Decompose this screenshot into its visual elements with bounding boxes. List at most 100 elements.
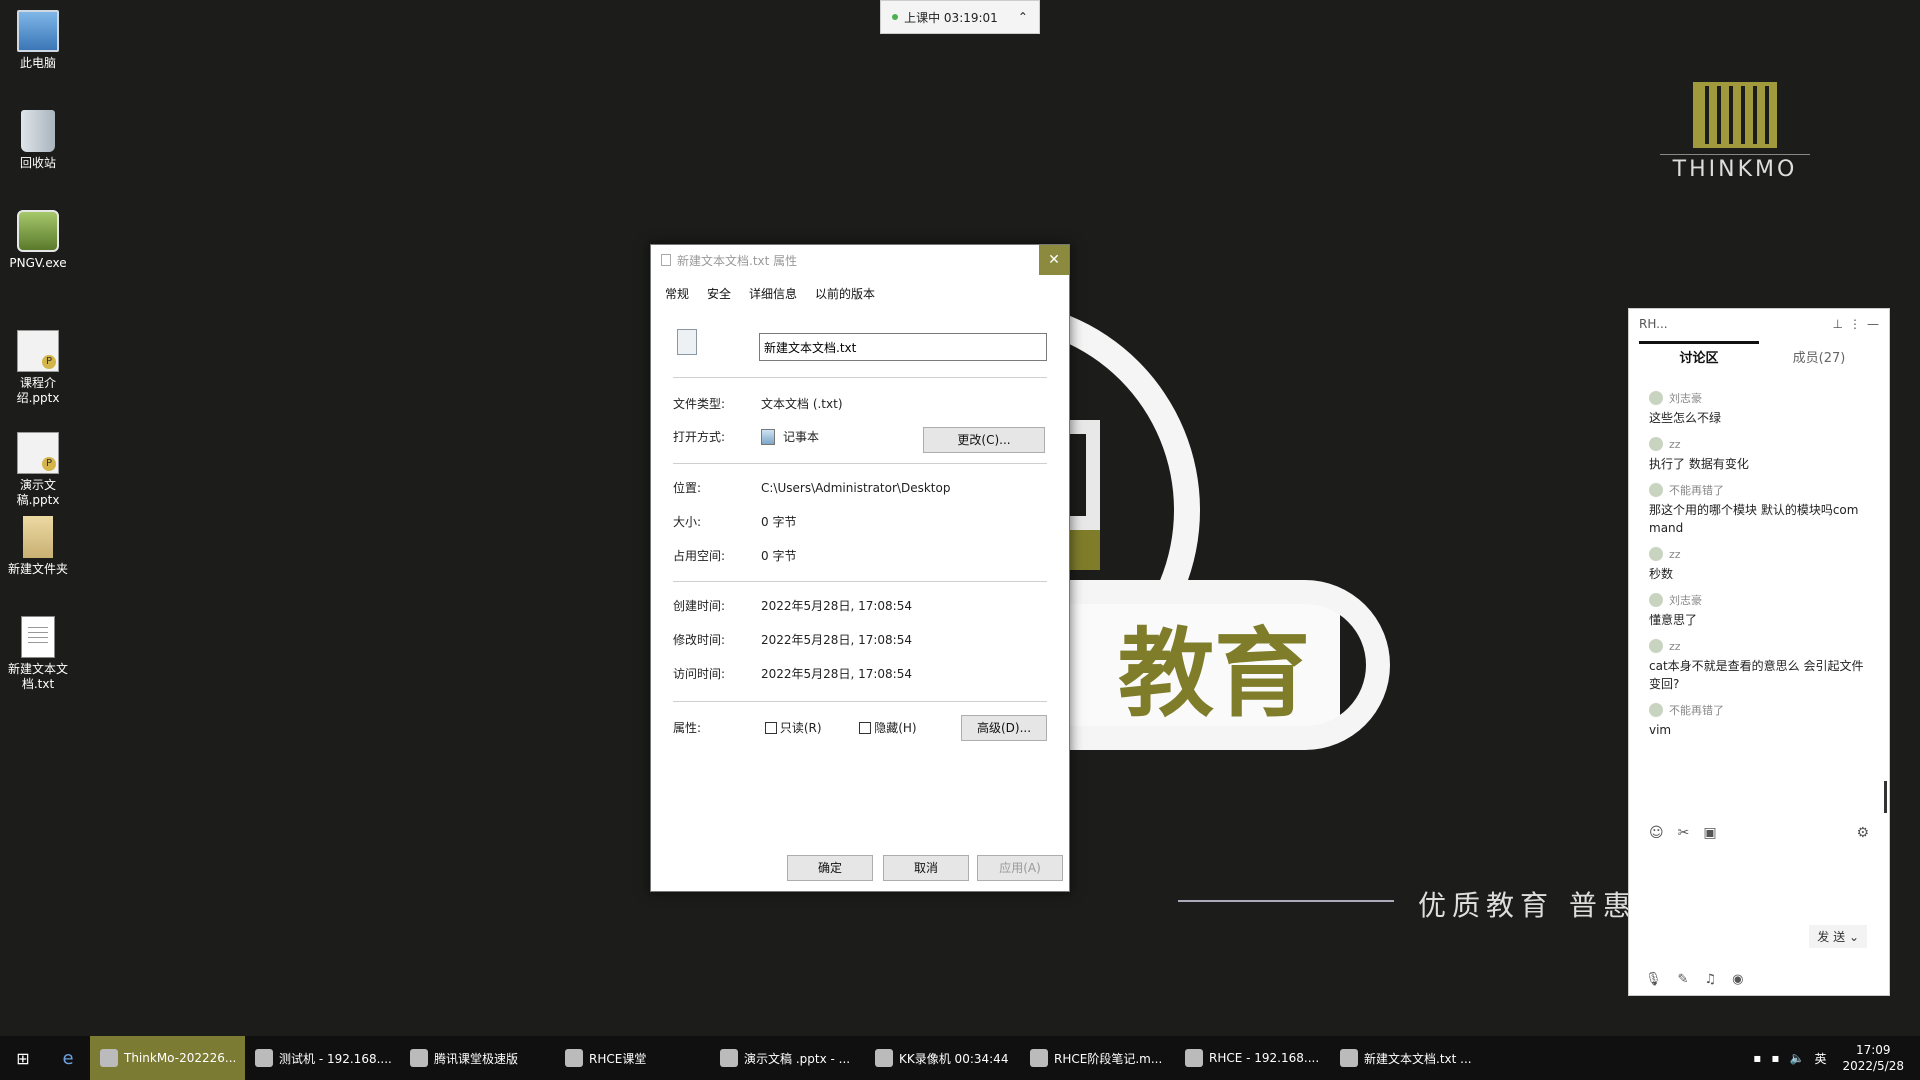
music-icon[interactable]: ♫: [1704, 972, 1716, 987]
hidden-label: 隐藏(H): [874, 721, 917, 735]
checkbox-box[interactable]: [764, 722, 777, 734]
app-icon: [875, 1049, 893, 1067]
location-icon[interactable]: ◉: [1732, 972, 1743, 987]
attributes-label: 属性:: [673, 721, 702, 735]
dialog-title: 新建文本文档.txt 属性: [677, 253, 798, 268]
change-button[interactable]: 更改(C)...: [923, 427, 1045, 453]
class-status-bar[interactable]: 上课中 03:19:01 ⌃: [880, 0, 1040, 34]
divider: [673, 463, 1047, 464]
taskbar-item[interactable]: KK录像机 00:34:44: [865, 1036, 1020, 1080]
taskbar: ⊞ e ThinkMo-202226... 测试机 - 192.168.... …: [0, 1036, 1920, 1080]
desktop-icon-label: 新建文本文档.txt: [7, 662, 68, 691]
avatar: [1649, 547, 1663, 561]
ime-indicator[interactable]: 英: [1814, 1050, 1826, 1067]
apply-button[interactable]: 应用(A): [977, 855, 1063, 881]
minimize-icon[interactable]: —: [1867, 317, 1879, 331]
pin-icon[interactable]: ⊥: [1833, 317, 1843, 331]
divider: [673, 581, 1047, 582]
wallpaper-glyph-block: [1070, 530, 1100, 570]
pptx-file-icon: [17, 432, 59, 474]
desktop-icon-new-txt[interactable]: 新建文本文档.txt: [4, 616, 72, 692]
desktop-icon-recycle-bin[interactable]: 回收站: [4, 110, 72, 171]
avatar: [1649, 391, 1663, 405]
txt-file-icon: [21, 616, 55, 658]
desktop-icon-presentation-pptx[interactable]: 演示文稿.pptx: [4, 432, 72, 508]
chevron-up-icon[interactable]: ⌃: [1018, 10, 1028, 24]
created-row: 创建时间: 2022年5月28日, 17:08:54: [673, 597, 912, 614]
taskbar-item[interactable]: RHCE课堂: [555, 1036, 710, 1080]
location-label: 位置:: [673, 481, 702, 495]
tab-discussion[interactable]: 讨论区: [1639, 347, 1759, 366]
tab-members[interactable]: 成员(27): [1759, 347, 1879, 366]
clock-time: 17:09: [1855, 1043, 1891, 1057]
tab-security[interactable]: 安全: [707, 285, 731, 306]
taskbar-item[interactable]: RHCE - 192.168....: [1175, 1036, 1330, 1080]
taskbar-item[interactable]: RHCE阶段笔记.m...: [1020, 1036, 1175, 1080]
desktop-icon-this-pc[interactable]: 此电脑: [4, 10, 72, 71]
camera-icon[interactable]: ✎: [1678, 972, 1689, 987]
tray-icon[interactable]: ▪: [1771, 1051, 1779, 1065]
chevron-down-icon[interactable]: ⌄: [1849, 930, 1859, 944]
location-value: C:\Users\Administrator\Desktop: [761, 481, 951, 495]
open-with-label: 打开方式:: [673, 430, 726, 444]
windows-start-icon[interactable]: ⊞: [0, 1049, 46, 1068]
chat-message: zz 秒数: [1649, 545, 1869, 583]
emoji-icon[interactable]: ☺: [1649, 825, 1664, 841]
image-icon[interactable]: ▣: [1703, 825, 1716, 841]
desktop-icon-new-folder[interactable]: 新建文件夹: [4, 516, 72, 577]
divider: [673, 377, 1047, 378]
hidden-checkbox[interactable]: 隐藏(H): [859, 721, 917, 735]
avatar: [1649, 703, 1663, 717]
message-text: 那这个用的哪个模块 默认的模块吗command: [1649, 503, 1859, 535]
taskbar-item[interactable]: 演示文稿 .pptx - ...: [710, 1036, 865, 1080]
size-value: 0 字节: [761, 515, 797, 529]
desktop-icon-pngv[interactable]: PNGV.exe: [4, 210, 72, 271]
size-label: 大小:: [673, 515, 702, 529]
tab-general[interactable]: 常规: [665, 285, 689, 306]
clock-date: 2022/5/28: [1842, 1059, 1904, 1073]
modified-label: 修改时间:: [673, 633, 726, 647]
chat-message: 不能再错了 vim: [1649, 701, 1869, 739]
tab-previous-versions[interactable]: 以前的版本: [815, 285, 875, 306]
close-button[interactable]: ✕: [1039, 245, 1069, 275]
taskbar-item-label: RHCE课堂: [589, 1051, 647, 1066]
checkbox-box[interactable]: [859, 722, 872, 734]
modified-value: 2022年5月28日, 17:08:54: [761, 633, 912, 647]
readonly-checkbox[interactable]: 只读(R): [764, 721, 822, 735]
taskbar-item[interactable]: 测试机 - 192.168....: [245, 1036, 400, 1080]
chat-scrollbar[interactable]: [1884, 781, 1887, 813]
thinkmo-logo: THINKMO: [1660, 82, 1810, 182]
message-author: 刘志豪: [1669, 392, 1702, 405]
dialog-titlebar[interactable]: 新建文本文档.txt 属性: [651, 245, 1069, 275]
ok-button[interactable]: 确定: [787, 855, 873, 881]
desktop-icon-course-pptx[interactable]: 课程介绍.pptx: [4, 330, 72, 406]
message-text: cat本身不就是查看的意思么 会引起文件变回?: [1649, 659, 1864, 691]
desktop-icon-label: 此电脑: [19, 56, 56, 70]
taskbar-item[interactable]: 新建文本文档.txt ...: [1330, 1036, 1485, 1080]
taskbar-item-label: RHCE阶段笔记.m...: [1054, 1051, 1163, 1066]
edge-browser-icon[interactable]: e: [46, 1048, 90, 1069]
send-button[interactable]: 发 送 ⌄: [1809, 925, 1867, 948]
scissors-icon[interactable]: ✂: [1678, 825, 1690, 841]
taskbar-item[interactable]: ThinkMo-202226...: [90, 1036, 245, 1080]
more-icon[interactable]: ⋮: [1849, 317, 1861, 331]
notepad-icon: [761, 429, 775, 445]
taskbar-item[interactable]: 腾讯课堂极速版: [400, 1036, 555, 1080]
desktop-icon-label: 新建文件夹: [7, 562, 68, 576]
chat-titlebar[interactable]: RH... ⊥ ⋮ —: [1629, 309, 1889, 339]
avatar: [1649, 483, 1663, 497]
cancel-button[interactable]: 取消: [883, 855, 969, 881]
avatar: [1649, 437, 1663, 451]
filename-field[interactable]: [759, 333, 1047, 361]
tab-details[interactable]: 详细信息: [749, 285, 797, 306]
clock[interactable]: 17:09 2022/5/28: [1836, 1042, 1910, 1074]
microphone-icon[interactable]: 🎙: [1645, 972, 1662, 987]
advanced-button[interactable]: 高级(D)...: [961, 715, 1047, 741]
chat-message: 不能再错了 那这个用的哪个模块 默认的模块吗command: [1649, 481, 1869, 537]
volume-icon[interactable]: 🔈: [1790, 1051, 1805, 1065]
divider: [673, 701, 1047, 702]
tray-icon[interactable]: ▪: [1753, 1051, 1761, 1065]
open-with-row: 打开方式: 记事本: [673, 428, 819, 445]
settings-icon[interactable]: ⚙: [1856, 825, 1869, 841]
desktop-icon-label: 演示文稿.pptx: [16, 478, 60, 507]
